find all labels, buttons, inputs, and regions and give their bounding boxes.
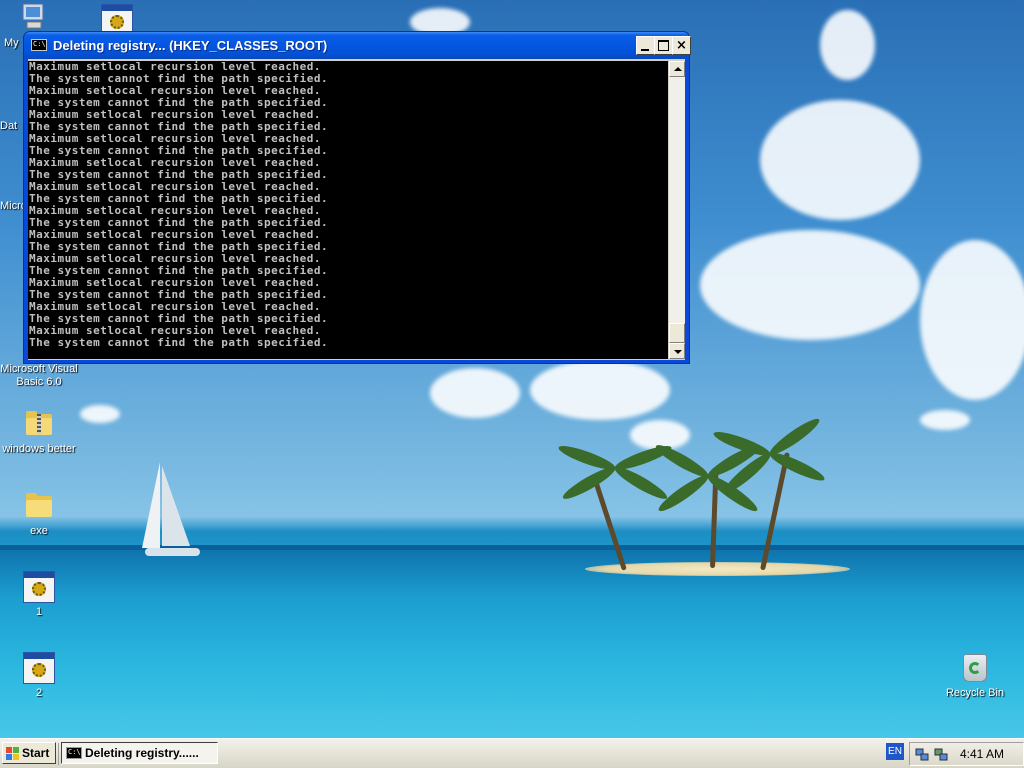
- scrollbar-thumb[interactable]: [669, 323, 685, 343]
- console-output[interactable]: Maximum setlocal recursion level reached…: [28, 61, 668, 359]
- exe-icon: [23, 652, 55, 684]
- desktop-icon-recycle-bin[interactable]: Recycle Bin: [936, 652, 1014, 700]
- clock[interactable]: 4:41 AM: [960, 747, 1004, 761]
- taskbar-button-label: Deleting registry......: [85, 746, 199, 760]
- window-client: Maximum setlocal recursion level reached…: [28, 59, 685, 360]
- desktop-icon-label: exe: [30, 525, 48, 537]
- network-icon[interactable]: [915, 747, 929, 761]
- cmd-icon-text: C:\: [68, 748, 81, 756]
- windows-flag-icon: [6, 747, 20, 760]
- desktop-icon-label: Recycle Bin: [945, 687, 1005, 699]
- desktop-icon-windows-better[interactable]: windows better: [0, 408, 78, 456]
- palm-frond: [612, 462, 670, 504]
- taskbar: Start C:\ Deleting registry...... EN 4:4…: [0, 738, 1024, 768]
- window-title: Deleting registry... (HKEY_CLASSES_ROOT): [53, 38, 328, 53]
- cmd-icon-text: C:\: [33, 40, 46, 48]
- arrow-down-icon: [674, 350, 682, 354]
- desktop-icon-exe-folder[interactable]: exe: [0, 490, 78, 538]
- window-titlebar[interactable]: C:\ Deleting registry... (HKEY_CLASSES_R…: [24, 32, 691, 59]
- scroll-up-button[interactable]: [669, 61, 685, 77]
- vertical-scrollbar[interactable]: [669, 61, 685, 359]
- start-label: Start: [22, 746, 50, 760]
- wallpaper-cloud: [80, 405, 120, 423]
- maximize-button[interactable]: [654, 36, 673, 55]
- recycle-bin-icon: [959, 652, 991, 684]
- desktop-icon-1[interactable]: 1: [0, 571, 78, 619]
- palm-frond: [560, 462, 618, 504]
- arrow-up-icon: [674, 67, 682, 71]
- wallpaper-cloud: [920, 410, 970, 430]
- close-button[interactable]: ×: [672, 36, 691, 55]
- computer-icon: [17, 2, 49, 34]
- desktop-icon-label: 2: [35, 687, 43, 699]
- wallpaper-cloud: [430, 368, 520, 418]
- close-icon: ×: [676, 38, 687, 53]
- desktop-icon-label: 1: [35, 606, 43, 618]
- zip-folder-icon: [23, 408, 55, 440]
- exe-icon: [23, 571, 55, 603]
- palm-frond: [767, 448, 827, 485]
- wallpaper-cloud: [920, 240, 1024, 400]
- desktop-icon-vb6[interactable]: Microsoft Visual Basic 6.0: [0, 363, 78, 389]
- desktop-icon-2[interactable]: 2: [0, 652, 78, 700]
- cmd-icon: C:\: [66, 747, 82, 759]
- maximize-icon: [655, 37, 672, 54]
- minimize-icon: [637, 37, 654, 54]
- start-button[interactable]: Start: [2, 742, 56, 764]
- scroll-down-button[interactable]: [669, 343, 685, 359]
- desktop-icon-label: Microsoft Visual Basic 6.0: [0, 363, 78, 388]
- sailboat: [142, 462, 200, 556]
- sea: [0, 550, 1024, 738]
- taskbar-button-deleting-registry[interactable]: C:\ Deleting registry......: [61, 742, 218, 764]
- console-line: The system cannot find the path specifie…: [29, 336, 329, 349]
- language-indicator[interactable]: EN: [886, 743, 904, 760]
- cmd-icon[interactable]: C:\: [31, 39, 47, 51]
- wallpaper-cloud: [700, 230, 920, 340]
- console-window[interactable]: C:\ Deleting registry... (HKEY_CLASSES_R…: [23, 31, 691, 364]
- network-icon[interactable]: [934, 747, 948, 761]
- folder-icon: [23, 490, 55, 522]
- desktop-icon-label: windows better: [2, 443, 76, 455]
- wallpaper-cloud: [530, 360, 670, 420]
- system-tray: 4:41 AM: [909, 742, 1024, 766]
- wallpaper-cloud: [820, 10, 875, 80]
- wallpaper-cloud: [760, 100, 920, 220]
- minimize-button[interactable]: [636, 36, 655, 55]
